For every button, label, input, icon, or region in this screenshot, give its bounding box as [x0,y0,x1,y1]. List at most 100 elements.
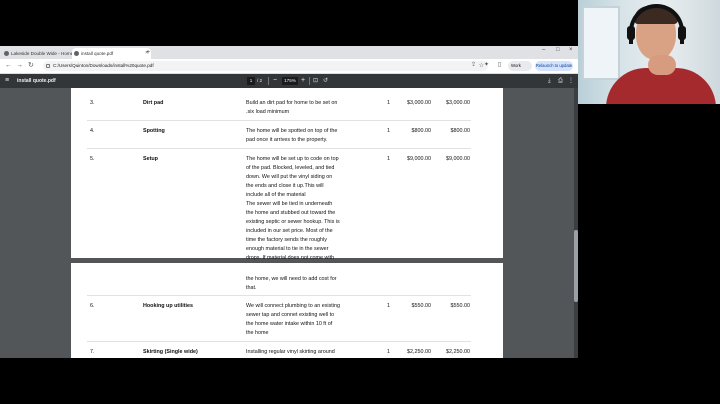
headphones-icon [629,4,684,44]
item-qty: 1 [387,100,390,106]
item-amount: $3,000.00 [446,100,470,106]
item-number: 4. [90,128,95,134]
tab-install-quote[interactable]: install quote.pdf × [72,48,151,59]
desc-line: We will connect plumbing to an existing [246,303,340,309]
pdf-viewport[interactable]: 3. Dirt pad Build an dirt pad for home t… [0,88,578,358]
desc-line: The home will be set up to code on top [246,156,339,162]
item-amount: $550.00 [450,303,471,309]
item-number: 5. [90,156,95,162]
document-icon [74,51,79,56]
share-icon[interactable]: ⇪ [470,62,477,69]
download-icon[interactable]: ⤓ [548,74,551,88]
desc-line: that. [246,285,257,291]
relaunch-button[interactable]: Relaunch to update [535,61,573,71]
browser-window: Lakeside Double Wide - Home × install qu… [0,46,578,358]
row-divider [87,120,471,121]
item-name: Hooking up utilities [143,303,194,309]
desc-line: include all of the material [246,192,306,198]
current-page: 1 [249,78,253,83]
item-price: $2,250.00 [407,349,431,355]
desc-line: the home water intake within 10 ft of [246,321,333,327]
item-description: The home will be spotted on top of the p… [246,127,356,145]
relaunch-label: Relaunch to update [535,63,573,68]
item-description: the home, we will need to add cost for t… [246,275,356,293]
zoom-level: 175% [284,78,296,83]
page-total: / 2 [257,78,263,83]
maximize-icon[interactable]: □ [556,47,560,53]
ear-cup [627,26,635,40]
background-window [582,6,620,80]
more-options-icon[interactable]: ⋮ [568,74,574,88]
item-name: Spotting [143,128,165,134]
desc-line: down. We will put the vinyl siding on [246,174,333,180]
close-window-icon[interactable]: × [569,47,573,53]
item-number: 7. [90,349,95,355]
item-price: $800.00 [411,128,432,134]
pdf-file-name: install quote.pdf [17,78,56,84]
reload-icon[interactable]: ↻ [28,61,34,71]
row-divider [87,341,471,342]
item-number: 6. [90,303,95,309]
tab-lakeside[interactable]: Lakeside Double Wide - Home × [2,48,79,59]
webcam-video [578,0,720,104]
tab-label: install quote.pdf [81,51,114,56]
item-qty: 1 [387,349,390,355]
zoom-out-icon[interactable]: − [273,74,277,88]
desc-line: the home [246,330,269,336]
item-name: Skirting (Single wide) [143,349,198,355]
desc-line: the ends and close it up.This will [246,183,324,189]
item-amount: $9,000.00 [446,156,470,162]
fit-page-icon[interactable]: ⊡ [313,74,318,88]
desc-line: sewer tap and connet existing well to [246,312,335,318]
desc-line: of the pad. Blocked, leveled, and tied [246,165,335,171]
desc-line: included in our set price. Most of the [246,228,333,234]
profile-label: Work [511,63,521,68]
item-description: Installing regular vinyl skirting around [246,348,356,357]
pdf-page-2: the home, we will need to add cost for t… [71,263,503,358]
back-icon[interactable]: ← [5,61,12,71]
desc-line: the home, we will need to add cost for [246,276,337,282]
desc-line: The home will be spotted on top of the [246,128,338,134]
zoom-input[interactable]: 175% [282,77,298,85]
item-description: We will connect plumbing to an existing … [246,302,356,338]
divider [309,77,310,85]
profile-button[interactable]: Work [508,61,532,71]
url-text[interactable]: C:/Users/Quinton/Downloads/install%20quo… [53,61,154,71]
item-number: 3. [90,100,95,106]
item-qty: 1 [387,156,390,162]
desc-line: existing septic or sewer hookup. This is [246,219,340,225]
rotate-icon[interactable]: ↺ [323,74,328,88]
item-description: Build an dirt pad for home to be set on … [246,99,356,117]
forward-icon[interactable]: → [16,61,23,71]
item-amount: $2,250.00 [446,349,470,355]
menu-icon[interactable]: ≡ [5,74,9,88]
item-qty: 1 [387,303,390,309]
item-price: $9,000.00 [407,156,431,162]
sidepanel-icon[interactable]: ▯ [496,62,503,69]
item-price: $3,000.00 [407,100,431,106]
item-qty: 1 [387,128,390,134]
desc-line: pad once it arrives to the property. [246,137,328,143]
desc-line: drops. If material does not come with [246,255,335,261]
page-number-input[interactable]: 1 [247,77,255,85]
item-name: Setup [143,156,158,162]
address-bar[interactable]: C:/Users/Quinton/Downloads/install%20quo… [43,61,488,71]
row-divider [87,295,471,296]
globe-icon [4,51,9,56]
new-tab-button[interactable]: + [146,48,150,58]
desc-line: enough material to tie in the sewer [246,246,329,252]
extensions-icon[interactable]: ✦ [483,62,490,69]
row-divider [87,148,471,149]
minimize-icon[interactable]: – [542,47,545,53]
divider [268,77,269,85]
desc-line: the home and stubbed out toward the [246,210,336,216]
pdf-page-1: 3. Dirt pad Build an dirt pad for home t… [71,88,503,261]
zoom-in-icon[interactable]: + [301,74,305,88]
item-name: Dirt pad [143,100,164,106]
item-amount: $800.00 [450,128,471,134]
tab-label: Lakeside Double Wide - Home [11,51,74,56]
desc-line: The sewer will be tied in underneath [246,201,333,207]
presenter-hand [648,55,676,75]
address-toolbar: ← → ↻ C:/Users/Quinton/Downloads/install… [0,59,578,74]
print-icon[interactable]: ⎙ [558,74,563,88]
